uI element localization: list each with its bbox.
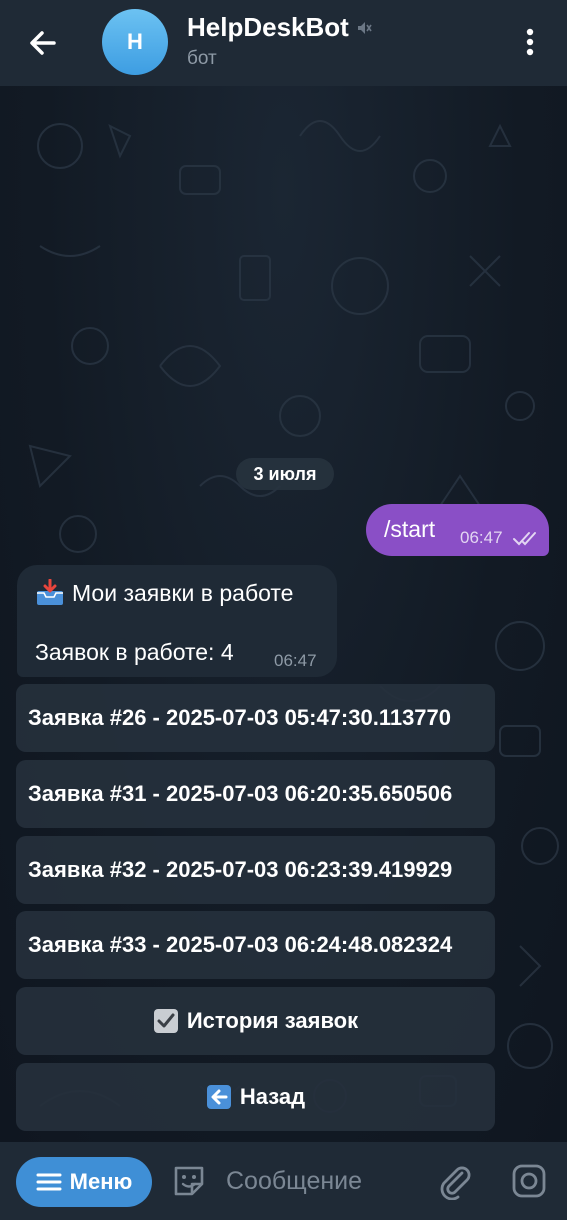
chat-title: HelpDeskBot xyxy=(187,12,349,42)
menu-icon xyxy=(36,1173,62,1191)
attach-paperclip-icon[interactable] xyxy=(436,1162,474,1200)
read-receipt-icon xyxy=(513,532,536,546)
chat-title-row[interactable]: HelpDeskBot xyxy=(187,12,373,43)
message-time: 06:47 xyxy=(274,651,317,670)
chat-header: H HelpDeskBot бот xyxy=(0,0,567,86)
button-label: Заявка #32 - 2025-07-03 06:23:39.419929 xyxy=(28,857,453,882)
message-time: 06:47 xyxy=(460,528,503,547)
chat-area[interactable]: 3 июля /start 06:47 Мои заявки в работе … xyxy=(0,86,567,1142)
mute-icon xyxy=(357,21,372,34)
back-button[interactable]: Назад xyxy=(16,1063,495,1131)
button-label: Заявка #31 - 2025-07-03 06:20:35.650506 xyxy=(28,781,453,806)
button-label: Назад xyxy=(239,1084,306,1109)
message-text: /start xyxy=(384,516,436,542)
message-input[interactable] xyxy=(226,1162,416,1200)
ticket-32-button[interactable]: Заявка #32 - 2025-07-03 06:23:39.419929 xyxy=(16,836,495,904)
back-arrow-icon[interactable] xyxy=(22,22,64,64)
avatar[interactable]: H xyxy=(102,9,168,75)
more-options-icon[interactable] xyxy=(510,22,550,62)
date-separator: 3 июля xyxy=(236,458,334,490)
button-label: Заявка #26 - 2025-07-03 05:47:30.113770 xyxy=(28,705,452,730)
message-body: Заявок в работе: 4 xyxy=(35,639,234,665)
button-label: Заявка #33 - 2025-07-03 06:24:48.082324 xyxy=(28,932,453,957)
incoming-message[interactable]: Мои заявки в работе Заявок в работе: 4 0… xyxy=(17,565,337,677)
button-label: История заявок xyxy=(186,1008,359,1033)
message-composer: Меню xyxy=(0,1142,567,1220)
ticket-26-button[interactable]: Заявка #26 - 2025-07-03 05:47:30.113770 xyxy=(16,684,495,752)
camera-icon[interactable] xyxy=(510,1162,548,1200)
back-arrow-icon xyxy=(206,1085,231,1109)
bot-menu-button[interactable]: Меню xyxy=(16,1157,152,1207)
inbox-tray-icon xyxy=(37,579,63,605)
ticket-history-button[interactable]: История заявок xyxy=(16,987,495,1055)
outgoing-message[interactable]: /start 06:47 xyxy=(366,504,549,556)
emoji-sticker-icon[interactable] xyxy=(170,1162,208,1200)
chat-subtitle: бот xyxy=(187,48,217,69)
message-heading: Мои заявки в работе xyxy=(35,579,293,607)
message-title: Мои заявки в работе xyxy=(72,579,294,606)
check-icon xyxy=(153,1009,178,1033)
menu-label: Меню xyxy=(69,1169,133,1194)
ticket-31-button[interactable]: Заявка #31 - 2025-07-03 06:20:35.650506 xyxy=(16,760,495,828)
ticket-33-button[interactable]: Заявка #33 - 2025-07-03 06:24:48.082324 xyxy=(16,911,495,979)
